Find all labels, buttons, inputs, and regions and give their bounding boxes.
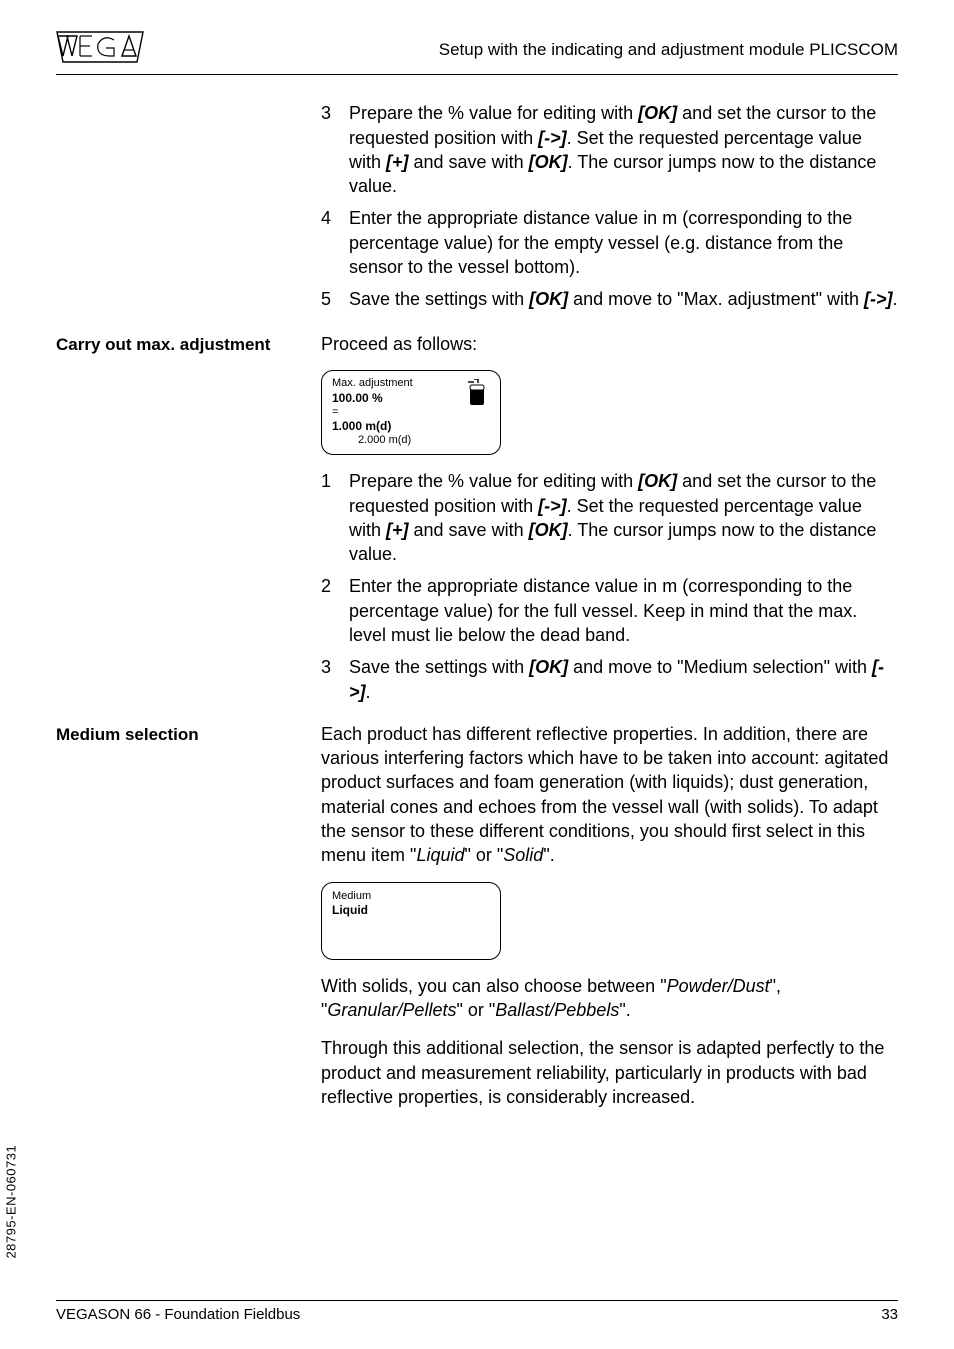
lcd-distance: 1.000 m(d) xyxy=(332,419,490,434)
lcd-percent: 100.00 % xyxy=(332,391,490,406)
instruction-list-max: 1Prepare the % value for editing with [O… xyxy=(321,469,898,704)
lcd-medium-value: Liquid xyxy=(332,903,490,919)
list-item: 4Enter the appropriate distance value in… xyxy=(321,206,898,279)
list-number: 4 xyxy=(321,206,349,279)
vega-logo xyxy=(56,30,144,70)
section-label-medium-selection: Medium selection xyxy=(56,722,321,1123)
document-id-vertical: 28795-EN-060731 xyxy=(2,1145,20,1259)
list-number: 5 xyxy=(321,287,349,311)
list-number: 2 xyxy=(321,574,349,647)
list-text: Prepare the % value for editing with [OK… xyxy=(349,469,898,566)
lcd-alt-distance: 2.000 m(d) xyxy=(332,434,490,448)
list-item: 2Enter the appropriate distance value in… xyxy=(321,574,898,647)
lcd-title: Max. adjustment xyxy=(332,377,490,391)
list-item: 5Save the settings with [OK] and move to… xyxy=(321,287,898,311)
list-text: Save the settings with [OK] and move to … xyxy=(349,655,898,704)
medium-para-1: Each product has different reflective pr… xyxy=(321,722,898,868)
list-text: Prepare the % value for editing with [OK… xyxy=(349,101,898,198)
footer-left: VEGASON 66 - Foundation Fieldbus xyxy=(56,1305,300,1325)
list-number: 3 xyxy=(321,655,349,704)
header-title: Setup with the indicating and adjustment… xyxy=(439,39,898,62)
list-text: Save the settings with [OK] and move to … xyxy=(349,287,898,311)
instruction-list-top: 3Prepare the % value for editing with [O… xyxy=(321,101,898,311)
medium-para-2: With solids, you can also choose between… xyxy=(321,974,898,1023)
section-label-max-adjustment: Carry out max. adjustment xyxy=(56,332,321,712)
list-item: 3Save the settings with [OK] and move to… xyxy=(321,655,898,704)
lcd-max-adjustment: Max. adjustment 100.00 % = 1.000 m(d) 2.… xyxy=(321,370,501,455)
medium-para-3: Through this additional selection, the s… xyxy=(321,1036,898,1109)
list-item: 1Prepare the % value for editing with [O… xyxy=(321,469,898,566)
max-adj-intro: Proceed as follows: xyxy=(321,332,898,356)
footer-page-number: 33 xyxy=(881,1305,898,1325)
list-text: Enter the appropriate distance value in … xyxy=(349,574,898,647)
list-text: Enter the appropriate distance value in … xyxy=(349,206,898,279)
list-item: 3Prepare the % value for editing with [O… xyxy=(321,101,898,198)
lcd-medium-title: Medium xyxy=(332,889,490,903)
list-number: 3 xyxy=(321,101,349,198)
lcd-equals: = xyxy=(332,406,490,420)
lcd-medium: Medium Liquid xyxy=(321,882,501,960)
tank-icon xyxy=(468,379,490,407)
list-number: 1 xyxy=(321,469,349,566)
